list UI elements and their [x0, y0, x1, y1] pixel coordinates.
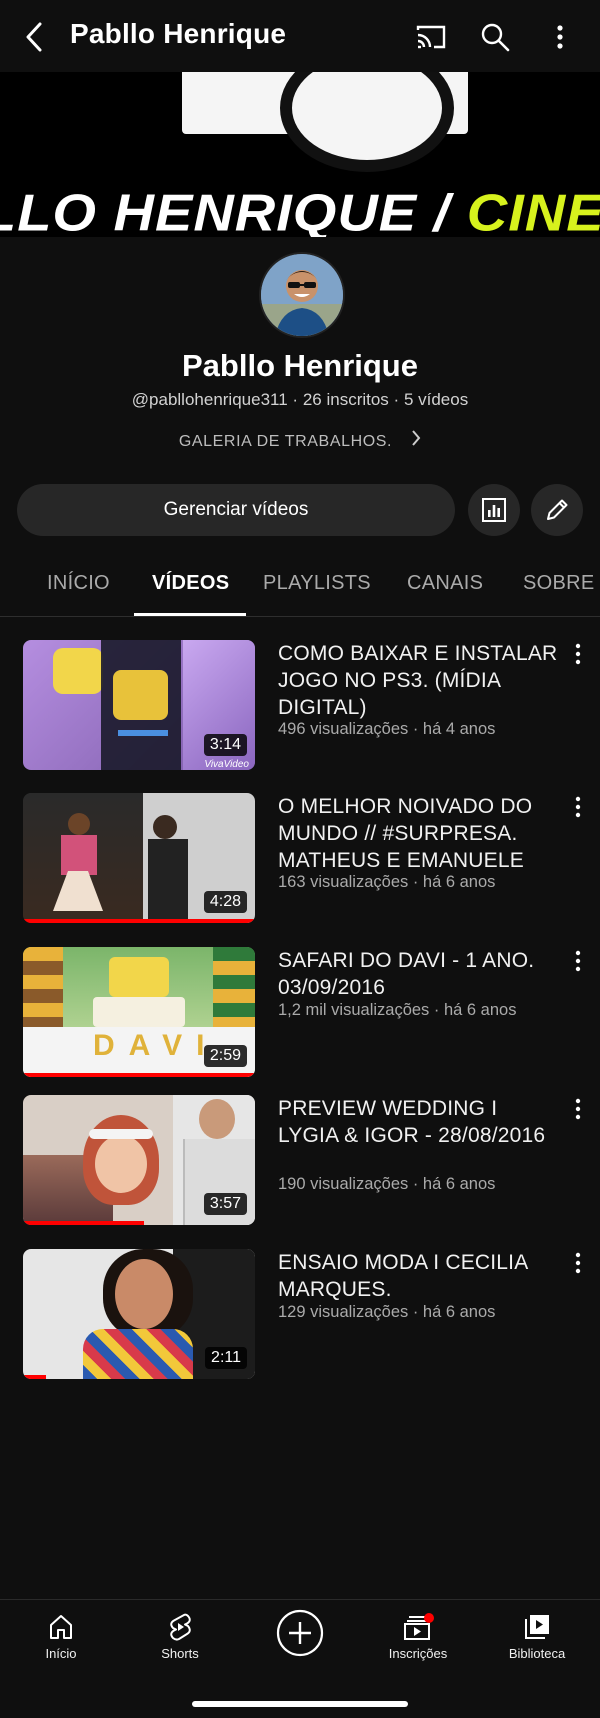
video-duration: 2:59 [203, 1045, 247, 1067]
video-item[interactable]: 3:57 PREVIEW WEDDING I LYGIA & IGOR - 28… [0, 1095, 600, 1225]
more-vert-icon[interactable] [570, 949, 586, 973]
tab-videos[interactable]: VÍDEOS [152, 572, 229, 595]
video-meta: 163 visualizações · há 6 anos [278, 873, 496, 891]
nav-label: Shorts [161, 1646, 199, 1661]
shorts-icon [170, 1613, 191, 1641]
banner-text-yellow: CINE - FOTOG [466, 183, 600, 237]
avatar[interactable] [259, 252, 345, 338]
video-meta: 190 visualizações · há 6 anos [278, 1175, 496, 1193]
video-item[interactable]: 4:28 O MELHOR NOIVADO DO MUNDO // #SURPR… [0, 793, 600, 923]
watch-progress-bar [23, 1375, 47, 1379]
edit-channel-button[interactable] [531, 484, 583, 536]
video-duration: 2:11 [205, 1347, 247, 1369]
active-tab-indicator [134, 613, 246, 616]
channel-meta: @pabllohenrique311 · 26 inscritos · 5 ví… [0, 390, 600, 410]
video-count: 5 vídeos [403, 390, 469, 409]
search-icon[interactable] [478, 20, 512, 54]
nav-label: Inscrições [388, 1646, 448, 1661]
tab-sobre[interactable]: SOBRE [523, 572, 595, 595]
banner-text-white: LLO HENRIQUE / [0, 183, 451, 237]
more-vert-icon[interactable] [570, 1251, 586, 1275]
tab-playlists[interactable]: PLAYLISTS [263, 572, 371, 595]
channel-name: Pabllo Henrique [182, 348, 418, 383]
channel-tabs: INÍCIO VÍDEOS PLAYLISTS CANAIS SOBRE [0, 560, 600, 617]
watch-progress-bar [23, 919, 255, 923]
notification-badge [424, 1613, 434, 1623]
tab-inicio[interactable]: INÍCIO [47, 572, 110, 595]
video-item[interactable]: VivaVideo 3:14 COMO BAIXAR E INSTALAR JO… [0, 640, 600, 770]
watch-progress-bar [23, 1073, 255, 1077]
video-meta: 1,2 mil visualizações · há 6 anos [278, 1001, 517, 1019]
video-title[interactable]: O MELHOR NOIVADO DO MUNDO // #SURPRESA. … [278, 793, 560, 874]
video-title[interactable]: PREVIEW WEDDING I LYGIA & IGOR - 28/08/2… [278, 1095, 560, 1149]
library-icon [525, 1615, 549, 1639]
nav-biblioteca[interactable]: Biblioteca [482, 1612, 592, 1661]
video-title[interactable]: COMO BAIXAR E INSTALAR JOGO NO PS3. (MÍD… [278, 640, 560, 721]
video-meta: 496 visualizações · há 4 anos [278, 720, 496, 738]
nav-inscricoes[interactable]: Inscrições [363, 1612, 473, 1661]
tab-canais[interactable]: CANAIS [407, 572, 483, 595]
video-duration: 3:14 [203, 734, 247, 756]
back-icon[interactable] [20, 20, 50, 54]
watch-progress-bar [23, 1221, 144, 1225]
create-plus-icon [276, 1609, 324, 1657]
home-icon [50, 1615, 72, 1639]
meta-separator: · [292, 390, 299, 409]
more-vert-icon[interactable] [546, 20, 574, 54]
video-thumbnail[interactable]: 3:57 [23, 1095, 255, 1225]
video-item[interactable]: 2:11 ENSAIO MODA I CECILIA MARQUES. 129 … [0, 1249, 600, 1379]
banner-lens-graphic [280, 72, 454, 172]
more-vert-icon[interactable] [570, 1097, 586, 1121]
video-title[interactable]: SAFARI DO DAVI - 1 ANO. 03/09/2016 [278, 947, 560, 1001]
home-indicator[interactable] [192, 1701, 408, 1707]
channel-handle: @pabllohenrique311 [131, 390, 288, 409]
more-vert-icon[interactable] [570, 795, 586, 819]
nav-shorts[interactable]: Shorts [125, 1612, 235, 1661]
analytics-button[interactable] [468, 484, 520, 536]
channel-description-text: GALERIA DE TRABALHOS. [178, 433, 393, 450]
more-vert-icon[interactable] [570, 642, 586, 666]
channel-description[interactable]: GALERIA DE TRABALHOS. [0, 430, 600, 451]
thumbnail-watermark: VivaVideo [204, 759, 249, 770]
video-item[interactable]: DAVI 2:59 SAFARI DO DAVI - 1 ANO. 03/09/… [0, 947, 600, 1077]
page-title: Pabllo Henrique [70, 18, 287, 49]
chevron-right-icon [412, 430, 421, 446]
nav-label: Início [45, 1646, 77, 1661]
banner-text: LLO HENRIQUE / CINE - FOTOG [0, 183, 600, 237]
video-title[interactable]: ENSAIO MODA I CECILIA MARQUES. [278, 1249, 560, 1303]
subscriptions-icon [404, 1613, 434, 1640]
cast-icon[interactable] [414, 20, 448, 54]
subscriber-count: 26 inscritos [302, 390, 389, 409]
nav-inicio[interactable]: Início [6, 1612, 116, 1661]
manage-videos-button[interactable]: Gerenciar vídeos [17, 484, 455, 536]
video-duration: 4:28 [203, 891, 247, 913]
top-app-bar: Pabllo Henrique [0, 0, 600, 72]
video-thumbnail[interactable]: VivaVideo 3:14 [23, 640, 255, 770]
video-meta: 129 visualizações · há 6 anos [278, 1303, 496, 1321]
meta-separator: · [393, 390, 400, 409]
nav-create[interactable] [245, 1608, 355, 1658]
channel-banner: LLO HENRIQUE / CINE - FOTOG [0, 72, 600, 237]
analytics-icon [482, 498, 506, 522]
video-duration: 3:57 [203, 1193, 247, 1215]
video-thumbnail[interactable]: 4:28 [23, 793, 255, 923]
nav-label: Biblioteca [508, 1646, 566, 1661]
video-thumbnail[interactable]: DAVI 2:59 [23, 947, 255, 1077]
video-thumbnail[interactable]: 2:11 [23, 1249, 255, 1379]
edit-pencil-icon [547, 499, 568, 520]
